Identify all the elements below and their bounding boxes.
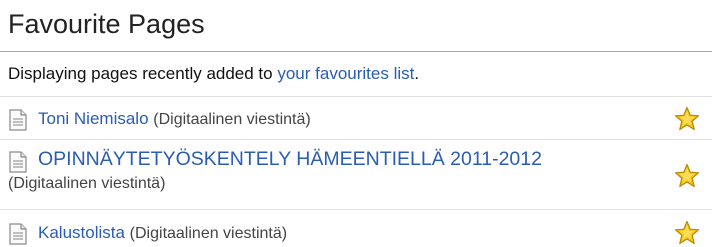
page-icon	[9, 109, 27, 131]
page-icon	[9, 151, 27, 173]
page-link-opinnaytetyoskentely[interactable]: OPINNÄYTETYÖSKENTELY HÄMEENTIELLÄ 2011-2…	[38, 148, 542, 170]
page-link-toni-niemisalo[interactable]: Toni Niemisalo	[38, 109, 149, 128]
row-divider	[0, 209, 712, 210]
star-icon[interactable]	[674, 220, 700, 246]
title-divider	[0, 51, 712, 52]
space-name: (Digitaalinen viestintä)	[129, 225, 288, 242]
row-divider	[0, 139, 712, 140]
space-name: (Digitaalinen viestintä)	[8, 175, 166, 192]
intro-prefix: Displaying pages recently added to	[8, 64, 278, 83]
intro-text: Displaying pages recently added to your …	[8, 63, 419, 85]
row-divider	[0, 96, 712, 97]
star-icon[interactable]	[674, 163, 700, 189]
panel-title: Favourite Pages	[8, 9, 205, 39]
favourite-pages-panel: Favourite Pages Displaying pages recentl…	[0, 0, 716, 247]
favourite-item: Toni Niemisalo (Digitaalinen viestintä)	[8, 108, 708, 131]
intro-suffix: .	[414, 64, 420, 83]
space-name: (Digitaalinen viestintä)	[153, 111, 311, 128]
page-icon	[9, 223, 27, 245]
favourite-item: Kalustolista (Digitaalinen viestintä)	[8, 222, 708, 245]
favourite-item: OPINNÄYTETYÖSKENTELY HÄMEENTIELLÄ 2011-2…	[8, 148, 708, 195]
favourites-list-link[interactable]: your favourites list	[277, 64, 414, 83]
page-link-kalustolista[interactable]: Kalustolista	[38, 223, 125, 242]
star-icon[interactable]	[674, 106, 700, 132]
